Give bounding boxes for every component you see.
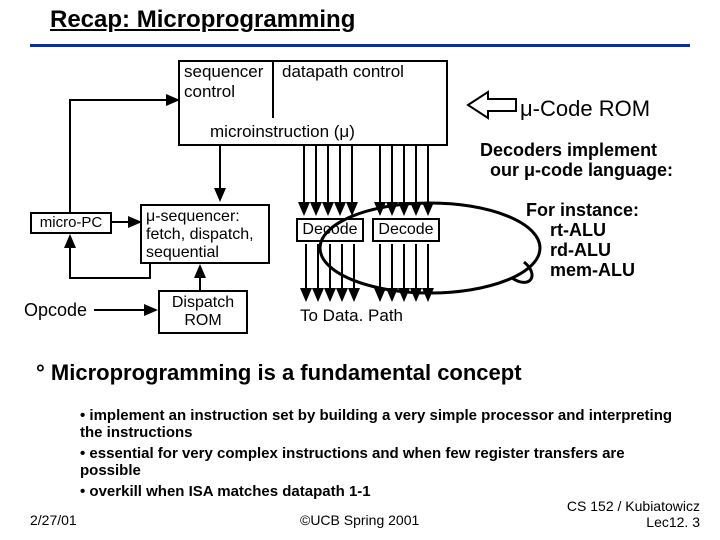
bullet-list: • implement an instruction set by buildi…	[80, 403, 680, 504]
decoders-text-2: our μ-code language:	[490, 160, 673, 181]
datapath-control-label: datapath control	[282, 62, 404, 82]
dispatch-rom-box: Dispatch ROM	[158, 290, 248, 334]
dispatch-l2: ROM	[164, 312, 242, 330]
for-instance: For instance:	[526, 200, 639, 221]
to-datapath-label: To Data. Path	[300, 306, 403, 326]
footer-center: ©UCB Spring 2001	[300, 512, 419, 528]
code-rom-label: μ-Code ROM	[520, 96, 650, 122]
opcode-label: Opcode	[24, 300, 87, 321]
decode-box-2: Decode	[372, 218, 440, 242]
slide-title: Recap: Microprogramming	[50, 6, 355, 34]
useq-l1: μ-sequencer:	[146, 208, 264, 226]
footer-right2: Lec12. 3	[646, 514, 700, 530]
bullet-1: • implement an instruction set by buildi…	[80, 407, 680, 441]
bullet-2: • essential for very complex instruction…	[80, 445, 680, 479]
fi3: mem-ALU	[550, 260, 635, 281]
fi1: rt-ALU	[550, 220, 606, 241]
sequencer-control-label: sequencer control	[184, 62, 270, 102]
concept-heading: ° Microprogramming is a fundamental conc…	[36, 360, 522, 386]
decoders-text-1: Decoders implement	[480, 140, 657, 161]
micro-pc-box: micro-PC	[30, 212, 112, 234]
microinstruction-divider	[272, 60, 274, 118]
fi2: rd-ALU	[550, 240, 611, 261]
decode-box-1: Decode	[296, 218, 364, 242]
useq-l2: fetch, dispatch,	[146, 226, 264, 244]
mu-sequencer-box: μ-sequencer: fetch, dispatch, sequential	[140, 204, 270, 264]
title-underline	[30, 44, 690, 47]
microinstruction-label: microinstruction (μ)	[210, 122, 355, 142]
footer-right1: CS 152 / Kubiatowicz	[567, 498, 700, 514]
dispatch-l1: Dispatch	[164, 294, 242, 312]
footer-date: 2/27/01	[30, 512, 77, 528]
useq-l3: sequential	[146, 244, 264, 262]
